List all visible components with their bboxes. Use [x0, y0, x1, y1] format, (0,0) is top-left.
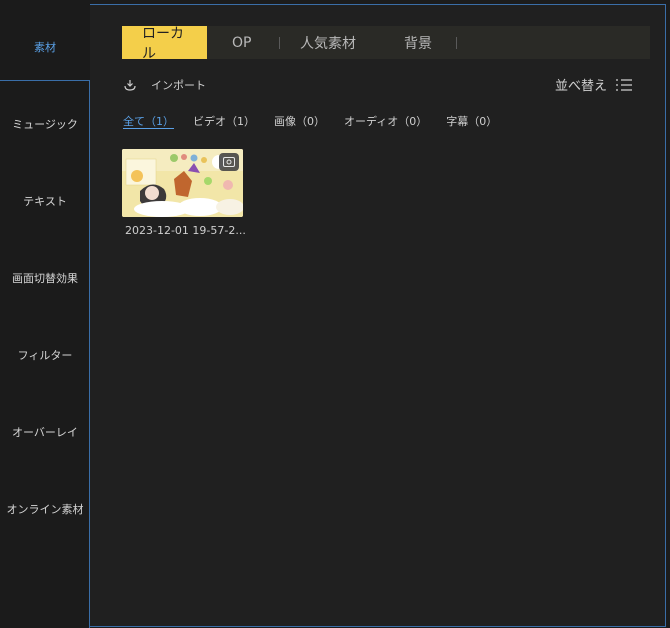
- filter-video[interactable]: ビデオ（1）: [193, 113, 255, 129]
- sidebar-item-music[interactable]: ミュージック: [0, 85, 90, 162]
- tab-label: 人気素材: [300, 35, 356, 52]
- sidebar-item-media[interactable]: 素材: [0, 8, 90, 85]
- video-badge-icon: [219, 153, 239, 171]
- filter-all[interactable]: 全て（1）: [123, 113, 174, 129]
- import-button[interactable]: インポート: [123, 77, 206, 93]
- tab-separator: [456, 36, 457, 49]
- media-panel: ローカル OP 人気素材 背景 インポート 並べ替え 全て（1） ビデオ（1） …: [90, 4, 666, 627]
- tab-op[interactable]: OP: [207, 26, 279, 59]
- media-filter-bar: 全て（1） ビデオ（1） 画像（0） オーディオ（0） 字幕（0）: [123, 113, 516, 129]
- filter-audio[interactable]: オーディオ（0）: [344, 113, 427, 129]
- sidebar-item-overlay[interactable]: オーバーレイ: [0, 393, 90, 470]
- filter-image[interactable]: 画像（0）: [274, 113, 325, 129]
- tab-local[interactable]: ローカル: [122, 26, 207, 62]
- sidebar-item-filters[interactable]: フィルター: [0, 316, 90, 393]
- sort-list-icon: [616, 78, 632, 91]
- sidebar-item-label: ミュージック: [12, 117, 78, 131]
- sidebar-item-label: フィルター: [17, 348, 73, 362]
- import-icon: [124, 80, 136, 91]
- sidebar-item-label: 画面切替効果: [12, 271, 78, 285]
- tab-label: ローカル: [142, 25, 184, 62]
- media-caption: 2023-12-01 19-57-2...: [125, 224, 246, 237]
- tab-background[interactable]: 背景: [384, 26, 456, 59]
- tab-label: 背景: [404, 35, 432, 52]
- tab-bar: ローカル OP 人気素材 背景: [122, 26, 650, 62]
- import-label: インポート: [151, 79, 206, 92]
- sidebar-item-label: テキスト: [23, 194, 67, 208]
- sidebar-item-transitions[interactable]: 画面切替効果: [0, 239, 90, 316]
- tab-label: OP: [232, 34, 252, 51]
- sidebar-item-label: オンライン素材: [6, 502, 84, 516]
- tab-popular[interactable]: 人気素材: [280, 26, 384, 59]
- sidebar-item-online-media[interactable]: オンライン素材: [0, 470, 90, 547]
- media-thumbnail[interactable]: [122, 149, 243, 217]
- sort-label: 並べ替え: [554, 79, 607, 94]
- sidebar-item-text[interactable]: テキスト: [0, 162, 90, 239]
- sidebar-item-label: オーバーレイ: [12, 425, 78, 439]
- sidebar-item-label: 素材: [34, 40, 56, 54]
- sort-button[interactable]: 並べ替え: [555, 75, 633, 94]
- sidebar: 素材 ミュージック テキスト 画面切替効果 フィルター オーバーレイ オンライン…: [0, 0, 90, 628]
- filter-subtitle[interactable]: 字幕（0）: [446, 113, 497, 129]
